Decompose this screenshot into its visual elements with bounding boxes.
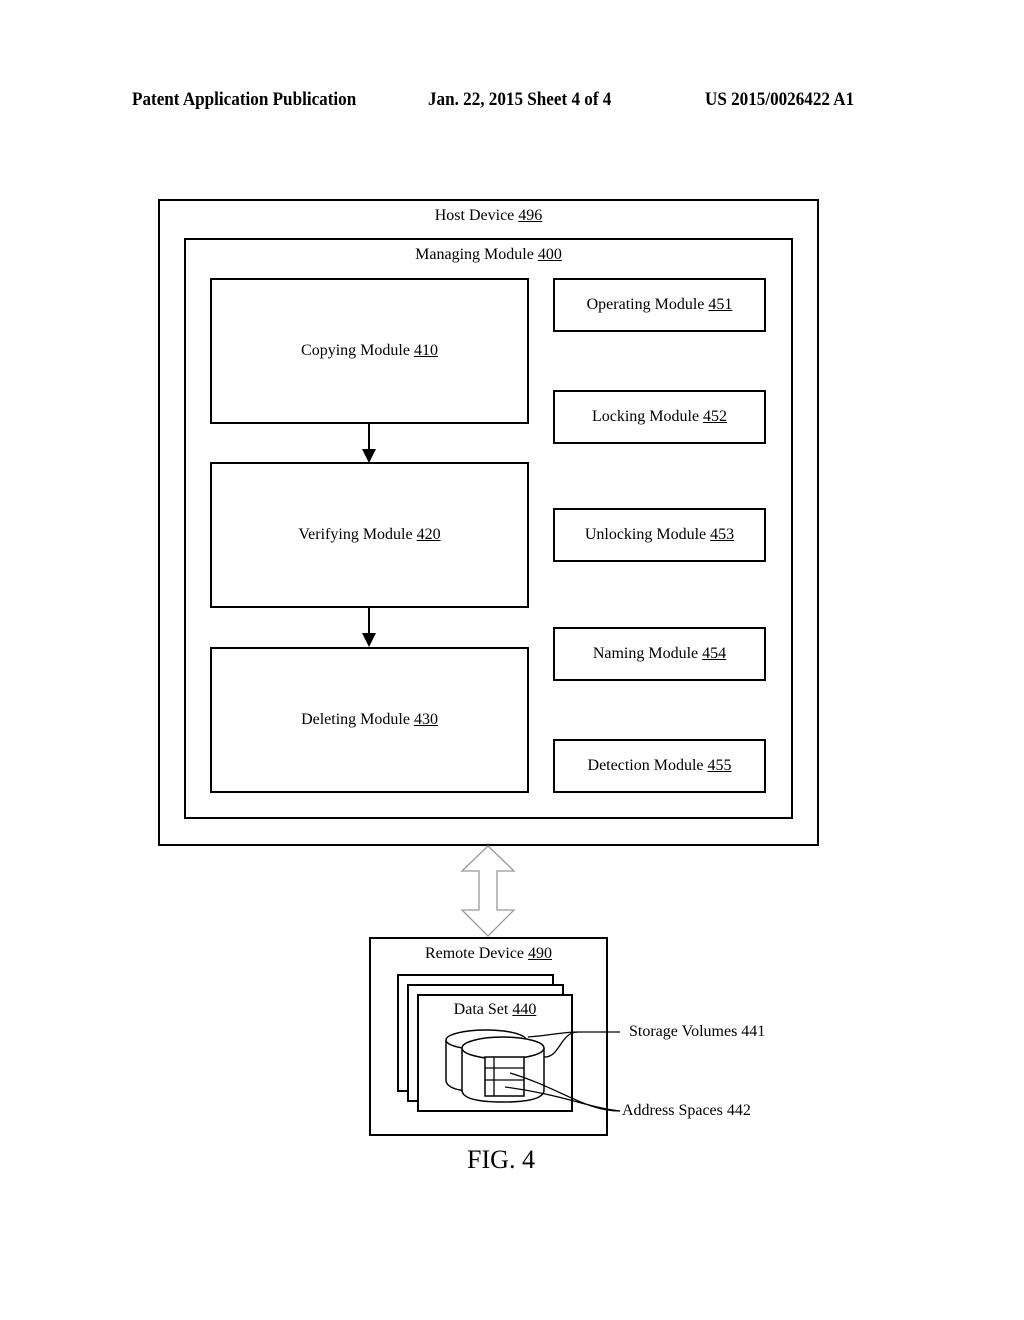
bidirectional-arrow-icon <box>460 845 516 937</box>
arrow-copy-to-verify <box>362 424 376 463</box>
storage-volumes-callout: Storage Volumes 441 <box>629 1023 766 1040</box>
storage-volumes-leader <box>543 1031 620 1058</box>
address-spaces-callout: Address Spaces 442 <box>622 1102 751 1119</box>
diagram-connectors <box>362 424 621 1112</box>
arrow-verify-to-delete <box>362 608 376 647</box>
figure-label: FIG. 4 <box>467 1145 535 1174</box>
address-space-table-icon <box>484 1056 525 1097</box>
